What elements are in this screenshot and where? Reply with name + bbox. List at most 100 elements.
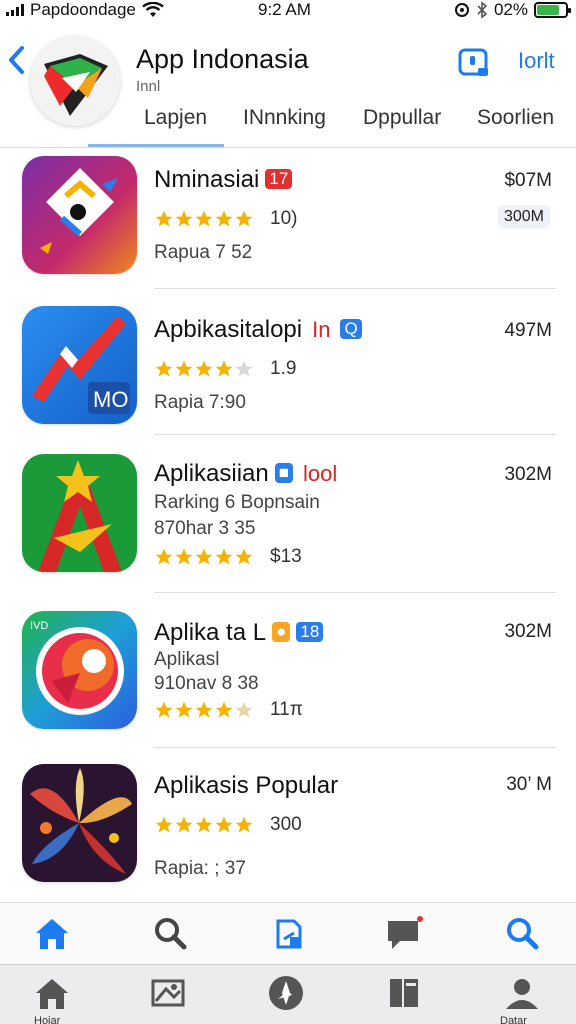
tab-library[interactable]: [384, 973, 428, 1017]
app-meta: Rapia: ; 37: [154, 858, 246, 879]
share-button[interactable]: [268, 913, 312, 957]
app-name-text: Apbikasitalopi: [154, 316, 303, 343]
tab-soorlien[interactable]: Soorlien: [477, 106, 554, 130]
star-icon: [215, 816, 233, 833]
app-icon-label: MO: [93, 387, 128, 412]
app-size: $07M: [504, 170, 552, 191]
back-button[interactable]: [6, 44, 32, 78]
chat-button[interactable]: [384, 913, 428, 957]
divider: [154, 592, 556, 593]
rating-value: 300: [270, 814, 302, 835]
star-icon: [215, 701, 233, 718]
star-icon: [215, 360, 233, 377]
search-icon: [507, 918, 539, 950]
star-icon: [195, 816, 213, 833]
tab-home-label: Hoiar: [34, 1015, 61, 1024]
tab-photos[interactable]: [148, 973, 192, 1017]
lock-button[interactable]: [456, 44, 492, 80]
app-dot-icon: ●: [272, 622, 291, 642]
tab-explore[interactable]: [266, 973, 310, 1017]
star-icon-empty: [235, 360, 253, 377]
home-icon: [36, 919, 68, 949]
status-bar: Papdoondage 9:2 AM 02%: [0, 0, 576, 22]
app-tag-text: In: [312, 317, 331, 342]
app-badge: 18: [296, 622, 324, 642]
page-subtitle: Innl: [136, 78, 161, 95]
app-name: Apbikasitalopi In Q: [154, 316, 362, 344]
app-meta: 910nav 8 38: [154, 673, 259, 694]
tab-popular[interactable]: Dppullar: [363, 106, 441, 130]
status-right: 02%: [454, 0, 571, 20]
rating-value: 11π: [270, 699, 303, 720]
book-icon: [390, 979, 418, 1007]
tab-profile-label: Datar: [500, 1015, 527, 1024]
star-icon-empty: [235, 701, 253, 718]
tab-profile[interactable]: [502, 973, 546, 1017]
compass-icon: [269, 976, 303, 1010]
rating-stars: 10): [154, 208, 297, 230]
star-icon: [175, 701, 193, 718]
size-pill: 300M: [497, 205, 550, 229]
page-title: App Indonasia: [136, 44, 309, 74]
wifi-icon: [142, 2, 164, 17]
search-icon: [155, 918, 187, 950]
action-bar: [0, 902, 576, 964]
tab-ranking[interactable]: INnnking: [243, 106, 326, 130]
star-icon: [155, 701, 173, 718]
star-icon: [195, 701, 213, 718]
app-meta: Rapua 7 52: [154, 242, 253, 263]
search-button[interactable]: [150, 913, 194, 957]
app-name-text: Aplikasiian: [154, 460, 269, 487]
star-icon: [215, 548, 233, 565]
star-icon: [215, 210, 233, 227]
share-icon: [276, 919, 302, 949]
divider: [154, 747, 556, 748]
status-left: Papdoondage: [6, 0, 164, 20]
home-button[interactable]: [32, 913, 76, 957]
app-icon[interactable]: IVD: [22, 611, 137, 729]
star-icon: [155, 210, 173, 227]
app-size: 302M: [504, 464, 552, 485]
app-icon[interactable]: [22, 156, 137, 274]
app-icon[interactable]: [22, 764, 137, 882]
category-tabs: Lapjen INnnking Dppullar Soorlien: [0, 102, 576, 147]
rating-stars: $13: [154, 546, 302, 568]
lock-icon: [458, 48, 488, 76]
location-icon: [454, 3, 469, 17]
app-icon[interactable]: MO: [22, 306, 137, 424]
rating-value: 1.9: [270, 358, 297, 379]
app-size: 302M: [504, 621, 552, 642]
app-name: Aplika ta L ● 18: [154, 619, 324, 647]
divider: [154, 288, 556, 289]
search-button-secondary[interactable]: [502, 913, 546, 957]
star-icon: [195, 360, 213, 377]
tab-lapjen[interactable]: Lapjen: [144, 106, 207, 130]
signal-icon: [6, 4, 24, 16]
star-icon: [175, 210, 193, 227]
app-meta: Rarking 6 Bopnsain: [154, 492, 320, 513]
rating-stars: 300: [154, 814, 302, 836]
profile-icon: [506, 979, 538, 1009]
star-icon: [155, 816, 173, 833]
rating-value: 10): [270, 208, 298, 229]
rating-stars: 11π: [154, 699, 303, 721]
rating-value: $13: [270, 546, 302, 567]
home-icon: [36, 979, 68, 1009]
photo-icon: [151, 979, 185, 1007]
star-icon: [235, 210, 253, 227]
app-badge: ■: [274, 463, 294, 483]
star-icon: [175, 816, 193, 833]
star-icon: [155, 548, 173, 565]
header-action-link[interactable]: Iorlt: [518, 48, 555, 74]
star-icon: [175, 548, 193, 565]
star-icon: [235, 548, 253, 565]
star-icon: [195, 548, 213, 565]
app-name: Aplikasiian ■ lool: [154, 460, 341, 488]
app-badge: Q: [340, 319, 362, 339]
app-name-text: Nminasiai: [154, 166, 260, 193]
app-icon[interactable]: [22, 454, 137, 572]
tab-home[interactable]: [32, 973, 76, 1017]
app-header: App Indonasia Innl Iorlt Lapjen INnnking…: [0, 30, 576, 148]
battery-percent: 02%: [493, 0, 528, 19]
star-icon: [175, 360, 193, 377]
